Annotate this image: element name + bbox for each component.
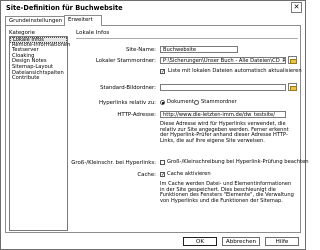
- tab-erweitert[interactable]: Erweitert: [64, 15, 102, 26]
- section-title: Lokale Infos: [76, 30, 110, 36]
- http-address-input[interactable]: http://www.die-letzten-imm.de/dw_testsit…: [160, 111, 286, 118]
- refresh-list-label: Liste mit lokalen Dateien automatisch ak…: [168, 68, 302, 74]
- case-sensitive-checkbox-label: Groß-/Kleinschreibung bei Hyperlink-Prüf…: [167, 159, 309, 165]
- links-relative-label: Hyperlinks relativ zu:: [98, 100, 156, 106]
- local-root-label: Lokaler Stammordner:: [95, 58, 156, 64]
- radio-root-folder-label: Stammordner: [201, 99, 237, 105]
- refresh-list-checkbox[interactable]: ✓: [160, 69, 165, 75]
- help-button[interactable]: Hilfe: [265, 237, 299, 246]
- ok-button[interactable]: OK: [183, 237, 217, 246]
- cache-checkbox-label: Cache aktivieren: [167, 171, 211, 177]
- radio-document-label: Dokument: [167, 99, 194, 105]
- radio-root-folder[interactable]: [194, 100, 199, 105]
- case-sensitive-checkbox[interactable]: [160, 160, 165, 165]
- cache-description: Im Cache werden Datei- und Elementinform…: [160, 181, 294, 204]
- cancel-button[interactable]: Abbrechen: [222, 237, 260, 246]
- category-list[interactable]: Lokale Infos Remote-Informationen Testse…: [9, 36, 70, 231]
- browse-default-images-button[interactable]: [288, 83, 297, 91]
- category-item-contribute[interactable]: Contribute: [10, 76, 67, 82]
- cache-label: Cache:: [137, 172, 156, 178]
- cache-checkbox[interactable]: ✓: [160, 172, 165, 178]
- default-images-input[interactable]: [160, 84, 286, 91]
- dialog-title: Site-Definition für Buchwebsite: [2, 2, 304, 14]
- advanced-panel: Kategorie Lokale Infos Remote-Informatio…: [5, 25, 309, 233]
- site-name-input[interactable]: Buchwebsite: [160, 46, 238, 53]
- site-name-label: Site-Name:: [125, 47, 156, 53]
- local-root-input[interactable]: P:\Sicherungen\Unser Buch - Alle Dateien…: [160, 57, 286, 64]
- folder-icon: [290, 59, 297, 64]
- radio-document[interactable]: [160, 100, 165, 105]
- folder-icon: [290, 86, 297, 91]
- section-divider: [76, 38, 298, 39]
- site-definition-dialog: Site-Definition für Buchwebsite ✕ Grunde…: [0, 0, 309, 250]
- http-address-label: HTTP-Adresse:: [117, 112, 156, 118]
- default-images-label: Standard-Bildordner:: [100, 85, 156, 91]
- close-icon[interactable]: ✕: [291, 2, 302, 13]
- browse-local-root-button[interactable]: [288, 56, 297, 64]
- http-description: Diese Adresse wird für Hyperlinks verwen…: [160, 121, 289, 144]
- case-sensitive-label: Groß-/Kleinschr. bei Hyperlinks:: [71, 160, 156, 166]
